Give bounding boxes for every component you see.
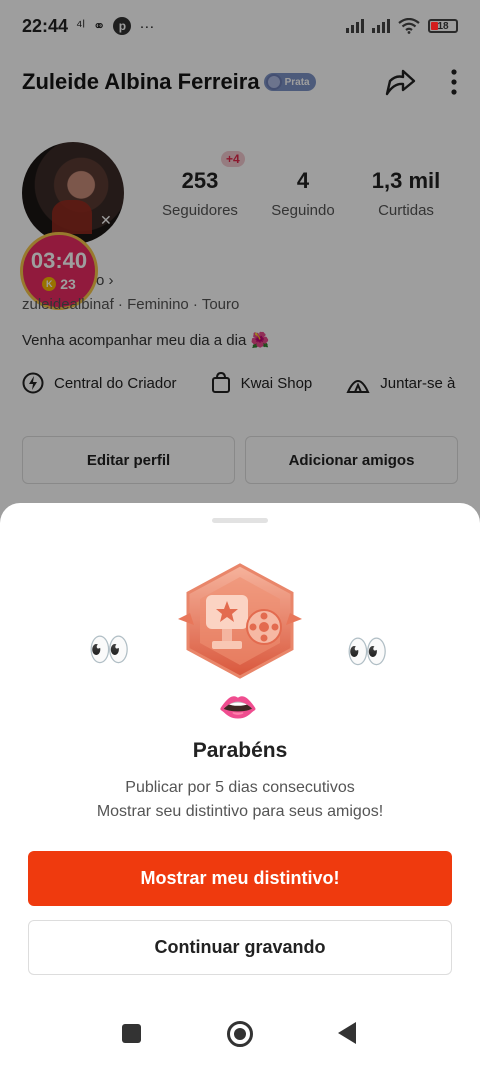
eyes-emoji: 👀 <box>88 631 131 669</box>
sheet-title: Parabéns <box>192 739 288 762</box>
recent-apps-icon[interactable] <box>122 1024 141 1043</box>
system-nav-bar <box>0 1008 480 1062</box>
sheet-description-line-1: Publicar por 5 dias consecutivos <box>125 779 355 796</box>
show-badge-button[interactable]: Mostrar meu distintivo! <box>28 851 452 906</box>
continue-recording-button[interactable]: Continuar gravando <box>28 920 452 975</box>
eyes-emoji: 👀 <box>346 633 389 671</box>
congrats-sheet: 👀 👀 👄 Parabéns Publicar por 5 dias conse… <box>0 503 480 1066</box>
back-icon[interactable] <box>338 1022 356 1044</box>
sheet-description-line-2: Mostrar seu distintivo para seus amigos! <box>96 803 384 820</box>
mouth-emoji: 👄 <box>218 689 258 725</box>
home-icon[interactable] <box>227 1021 253 1047</box>
sheet-drag-handle[interactable] <box>212 518 268 523</box>
trophy-badge-icon <box>178 563 302 679</box>
